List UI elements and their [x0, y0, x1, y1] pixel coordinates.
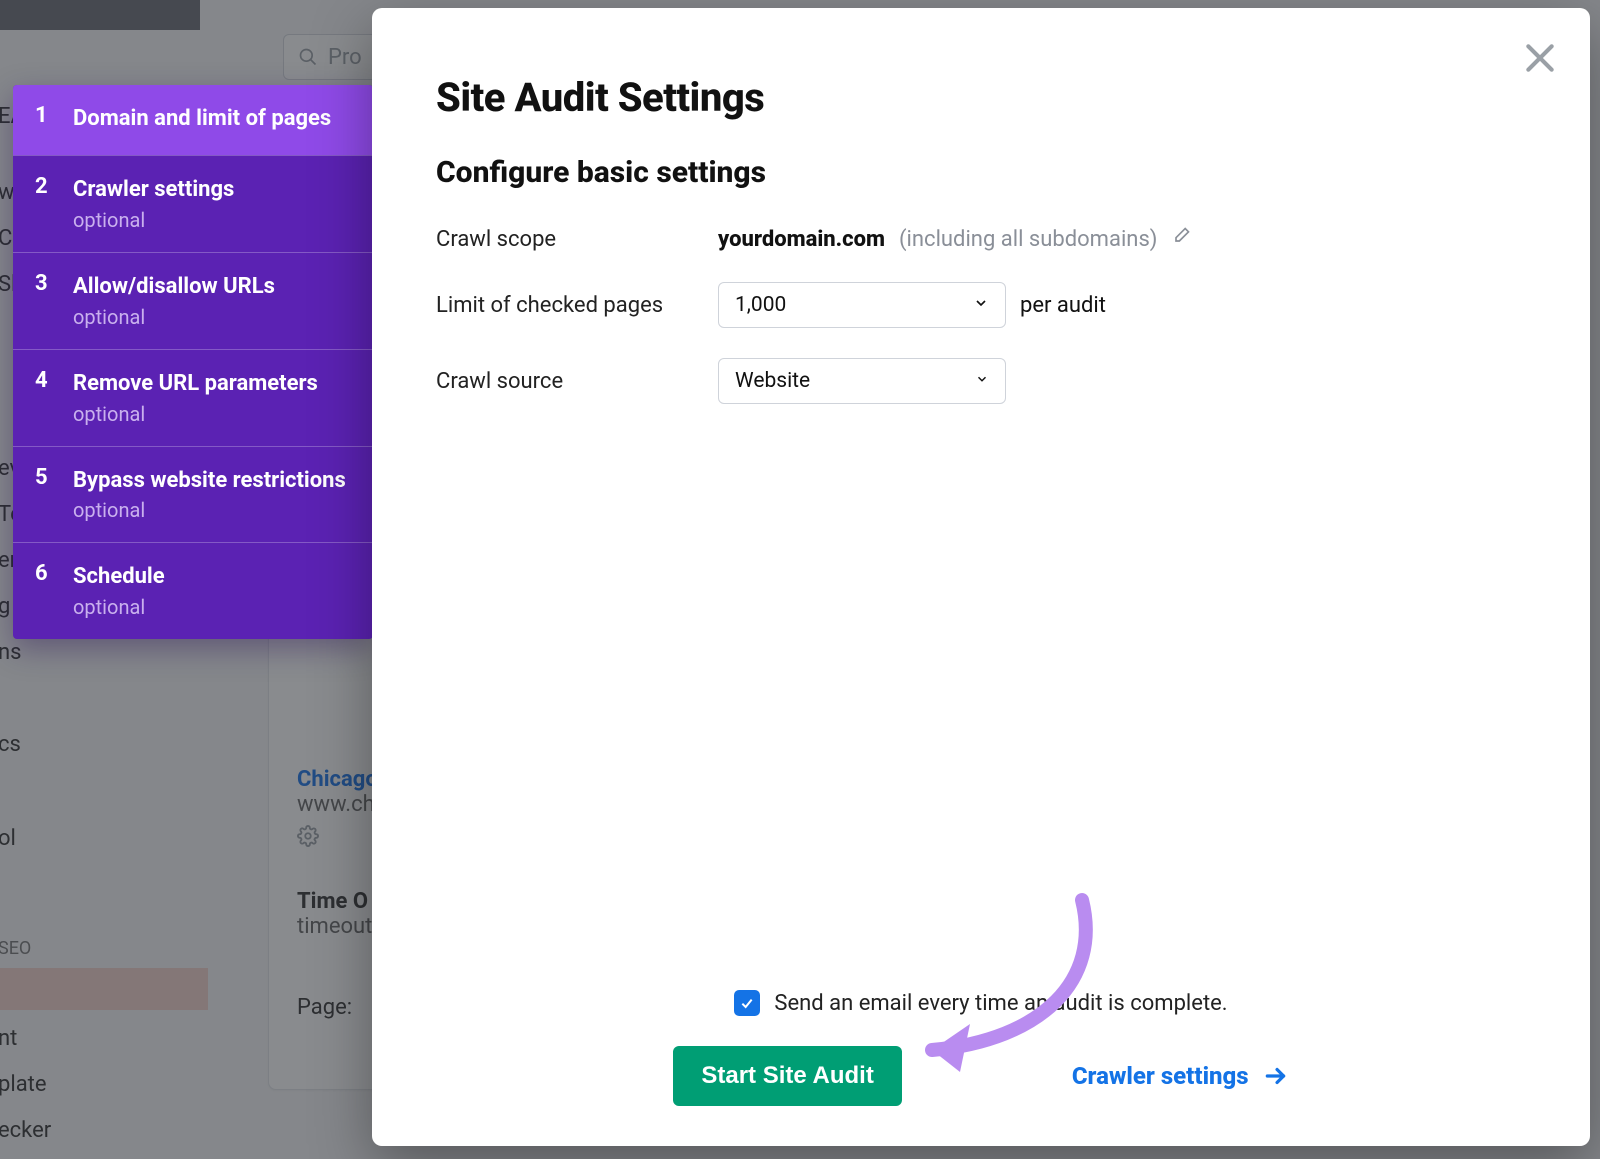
edit-crawl-scope-button[interactable] — [1171, 226, 1191, 252]
email-on-complete-label: Send an email every time an audit is com… — [774, 991, 1227, 1016]
modal-title: Site Audit Settings — [436, 74, 1526, 121]
crawl-scope-domain: yourdomain.com — [718, 227, 885, 252]
wizard-step-3[interactable]: 3 Allow/disallow URLs optional — [13, 252, 373, 349]
wizard-step-title: Remove URL parameters — [73, 368, 353, 400]
wizard-step-title: Crawler settings — [73, 174, 353, 206]
wizard-step-number: 2 — [35, 174, 55, 199]
wizard-step-5[interactable]: 5 Bypass website restrictions optional — [13, 446, 373, 543]
wizard-step-optional: optional — [73, 595, 353, 619]
limit-label: Limit of checked pages — [436, 293, 718, 318]
wizard-step-6[interactable]: 6 Schedule optional — [13, 542, 373, 639]
wizard-step-number: 3 — [35, 271, 55, 296]
crawl-scope-hint: (including all subdomains) — [899, 227, 1157, 252]
arrow-right-icon — [1263, 1063, 1289, 1089]
source-select[interactable]: Website — [718, 358, 1006, 404]
wizard-step-optional: optional — [73, 208, 353, 232]
wizard-step-number: 6 — [35, 561, 55, 586]
limit-select[interactable]: 1,000 — [718, 282, 1006, 328]
wizard-step-optional: optional — [73, 402, 353, 426]
wizard-step-1[interactable]: 1 Domain and limit of pages — [13, 85, 373, 155]
crawler-settings-link[interactable]: Crawler settings — [1072, 1062, 1289, 1090]
wizard-steps: 1 Domain and limit of pages 2 Crawler se… — [13, 85, 373, 639]
modal-subtitle: Configure basic settings — [436, 155, 1526, 190]
wizard-step-title: Bypass website restrictions — [73, 465, 353, 497]
limit-suffix: per audit — [1020, 293, 1106, 318]
crawler-settings-link-label: Crawler settings — [1072, 1062, 1249, 1090]
wizard-step-number: 4 — [35, 368, 55, 393]
chevron-down-icon — [973, 293, 989, 317]
chevron-down-icon — [975, 372, 989, 390]
source-label: Crawl source — [436, 369, 718, 394]
crawl-scope-label: Crawl scope — [436, 227, 718, 252]
wizard-step-optional: optional — [73, 305, 353, 329]
site-audit-settings-modal: Site Audit Settings Configure basic sett… — [372, 8, 1590, 1146]
limit-select-value: 1,000 — [735, 293, 786, 317]
pencil-icon — [1171, 226, 1191, 246]
email-on-complete-checkbox[interactable] — [734, 990, 760, 1016]
wizard-step-number: 5 — [35, 465, 55, 490]
check-icon — [739, 995, 755, 1011]
wizard-step-4[interactable]: 4 Remove URL parameters optional — [13, 349, 373, 446]
wizard-step-title: Domain and limit of pages — [73, 103, 353, 135]
wizard-step-title: Allow/disallow URLs — [73, 271, 353, 303]
source-select-value: Website — [735, 369, 810, 393]
wizard-step-2[interactable]: 2 Crawler settings optional — [13, 155, 373, 252]
wizard-step-title: Schedule — [73, 561, 353, 593]
start-site-audit-button[interactable]: Start Site Audit — [673, 1046, 901, 1106]
wizard-step-number: 1 — [35, 103, 55, 128]
wizard-step-optional: optional — [73, 498, 353, 522]
